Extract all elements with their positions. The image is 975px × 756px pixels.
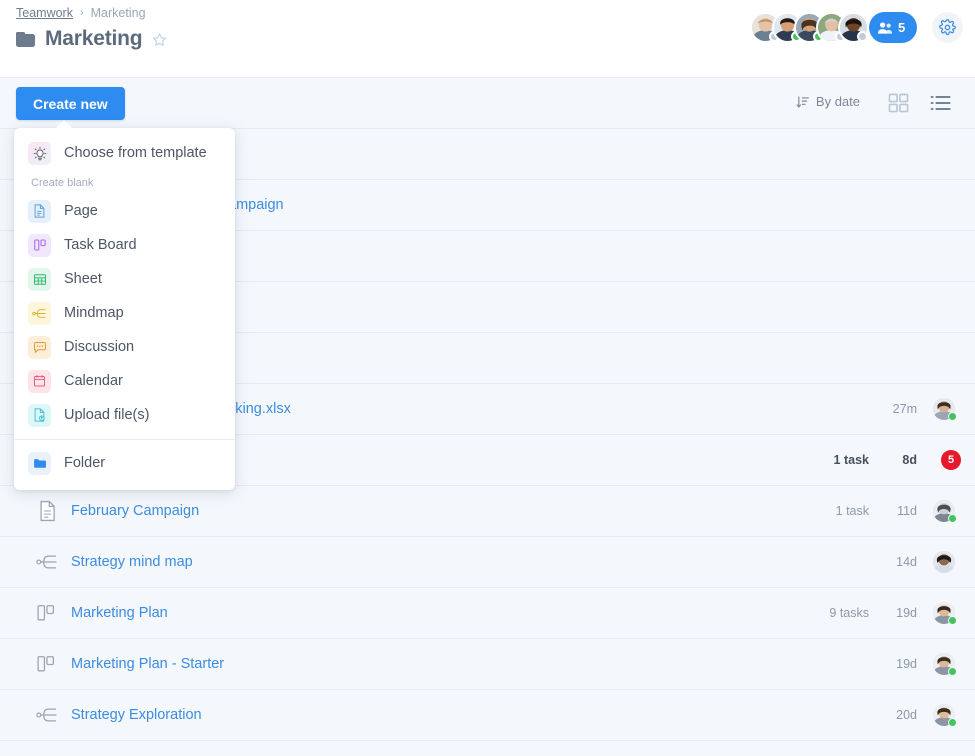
dropdown-caret-icon [55,120,73,129]
list-item-time: 19d [896,606,917,620]
menu-section-label: Create blank [14,170,235,194]
list-item-name[interactable]: Marketing Plan - Starter [71,656,224,672]
sort-label: By date [816,94,860,109]
member-avatars [750,12,869,43]
folder-icon [28,452,51,475]
table-row[interactable]: Marketing Plan - Starter 19d [0,639,975,690]
menu-item-discussion[interactable]: Discussion [14,330,235,364]
breadcrumb-current: Marketing [91,6,146,20]
menu-item-upload-files[interactable]: Upload file(s) [14,398,235,432]
mindmap-icon [36,704,58,726]
sort-control[interactable]: By date [796,94,860,109]
table-row[interactable]: Strategy mind map 14d [0,537,975,588]
list-item-name[interactable]: Strategy Exploration [71,707,202,723]
list-item-time: 20d [896,708,917,722]
members-count-button[interactable]: 5 [869,12,917,43]
table-row[interactable]: Marketing Plan 9 tasks 19d [0,588,975,639]
task-board-icon [36,653,58,675]
menu-item-label: Mindmap [64,305,124,321]
calendar-icon [28,370,51,393]
upload-file-icon [28,404,51,427]
menu-item-folder[interactable]: Folder [14,446,235,480]
list-item-time: 27m [893,402,917,416]
list-item-time: 14d [896,555,917,569]
mindmap-icon [36,551,58,573]
grid-view-icon[interactable] [888,93,909,113]
discussion-icon [28,336,51,359]
page-title: Marketing [45,27,142,51]
menu-item-page[interactable]: Page [14,194,235,228]
task-board-icon [28,234,51,257]
list-item-tasks: 9 tasks [829,606,869,620]
page-header: Teamwork › Marketing Marketing [0,0,975,78]
app-root: Teamwork › Marketing Marketing [0,0,975,756]
list-item-name[interactable]: Strategy mind map [71,554,193,570]
star-outline-icon[interactable] [152,32,167,47]
avatar[interactable] [933,704,955,726]
table-row[interactable]: February Campaign 1 task 11d [0,486,975,537]
lightbulb-icon [28,142,51,165]
create-new-button[interactable]: Create new [16,87,125,120]
menu-item-label: Sheet [64,271,102,287]
people-icon [877,21,893,35]
menu-item-label: Upload file(s) [64,407,149,423]
avatar[interactable] [933,551,955,573]
sort-descending-icon [796,95,810,109]
avatar[interactable] [933,500,955,522]
menu-item-label: Task Board [64,237,137,253]
menu-item-choose-from-template[interactable]: Choose from template [14,136,235,170]
breadcrumb-separator-icon: › [80,7,84,19]
menu-item-label: Page [64,203,98,219]
menu-divider [14,439,235,440]
list-item-time: 11d [897,504,917,518]
list-item-name[interactable]: cking.xlsx [228,401,291,417]
table-row[interactable]: Strategy Exploration 20d [0,690,975,741]
menu-item-task-board[interactable]: Task Board [14,228,235,262]
page-title-row: Marketing [16,27,167,51]
members-count-label: 5 [898,20,905,35]
list-item-tasks: 1 task [834,453,869,467]
menu-item-mindmap[interactable]: Mindmap [14,296,235,330]
menu-item-calendar[interactable]: Calendar [14,364,235,398]
menu-item-label: Folder [64,455,105,471]
avatar[interactable] [933,602,955,624]
avatar[interactable] [838,12,869,43]
status-badge: 5 [941,450,961,470]
gear-icon[interactable] [932,12,963,43]
list-item-tasks: 1 task [836,504,869,518]
breadcrumb-root-link[interactable]: Teamwork [16,6,73,20]
create-new-dropdown: Choose from template Create blank Page T… [14,128,235,490]
list-item-name[interactable]: February Campaign [71,503,199,519]
task-board-icon [36,602,58,624]
list-item-name[interactable]: ampaign [228,197,284,213]
avatar[interactable] [933,398,955,420]
folder-icon [16,32,35,47]
avatar[interactable] [933,653,955,675]
list-item-time: 19d [896,657,917,671]
mindmap-icon [28,302,51,325]
page-icon [36,500,58,522]
breadcrumb: Teamwork › Marketing [16,6,146,20]
list-view-icon[interactable] [930,93,951,113]
menu-item-label: Choose from template [64,145,207,161]
page-icon [28,200,51,223]
menu-item-label: Calendar [64,373,123,389]
sheet-icon [28,268,51,291]
menu-item-label: Discussion [64,339,134,355]
list-item-name[interactable]: Marketing Plan [71,605,168,621]
menu-item-sheet[interactable]: Sheet [14,262,235,296]
list-item-time: 8d [902,453,917,467]
